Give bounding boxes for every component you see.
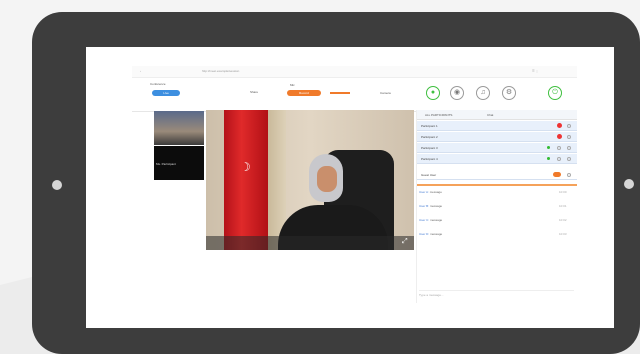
chat-message: User A: message 10:00 bbox=[419, 190, 567, 194]
panel-header: ALL PARTICIPANTS Chat bbox=[417, 110, 577, 120]
call-toolbar: Conference Live Share Mic Record Camera … bbox=[132, 78, 577, 112]
address-bar[interactable]: http://meet.example/session bbox=[202, 69, 239, 73]
brand-label: Conference bbox=[150, 82, 166, 86]
chat-message: User C: message 10:02 bbox=[419, 218, 567, 222]
share-button[interactable]: Share bbox=[250, 90, 258, 94]
audio-level-bar bbox=[330, 92, 350, 94]
flag-star-icon: ☽ bbox=[240, 160, 251, 174]
record-button[interactable]: Record bbox=[287, 90, 321, 96]
tablet-home-button[interactable] bbox=[624, 179, 634, 189]
chat-text: message bbox=[430, 232, 443, 236]
desk bbox=[206, 236, 414, 250]
participant-row[interactable]: Participant 2 bbox=[417, 132, 577, 142]
chat-time: 10:02 bbox=[559, 218, 567, 222]
participant-name: Participant 4 bbox=[421, 157, 438, 161]
chat-tab[interactable]: Chat bbox=[487, 113, 493, 117]
more-icon[interactable] bbox=[567, 146, 571, 150]
conference-app: ‹ http://meet.example/session ☰ ⋮ Confer… bbox=[132, 66, 577, 303]
chat-message: User B: message 10:01 bbox=[419, 204, 567, 208]
divider bbox=[417, 184, 577, 186]
chat-text: message bbox=[430, 218, 443, 222]
chat-time: 10:00 bbox=[559, 190, 567, 194]
self-row[interactable]: Guest User bbox=[417, 170, 577, 180]
online-icon bbox=[547, 157, 550, 160]
panel-title[interactable]: ALL PARTICIPANTS bbox=[425, 113, 452, 117]
mic-muted-icon[interactable] bbox=[557, 123, 562, 128]
participant-name: Participant 1 bbox=[421, 124, 438, 128]
gear-icon[interactable]: ⚙ bbox=[502, 86, 516, 100]
menu-icon[interactable]: ☰ ⋮ bbox=[532, 69, 539, 73]
live-button[interactable]: Live bbox=[152, 90, 180, 96]
self-name: Guest User bbox=[421, 173, 437, 177]
speaker-icon[interactable]: ♫ bbox=[476, 86, 490, 100]
more-icon[interactable] bbox=[567, 124, 571, 128]
chat-author: User D: bbox=[419, 232, 430, 236]
chat-input[interactable]: Type a message... bbox=[419, 290, 574, 297]
chat-text: message bbox=[429, 204, 443, 208]
chat-time: 10:01 bbox=[559, 204, 567, 208]
mic-label: Mic bbox=[290, 83, 295, 87]
power-icon[interactable]: ⏻ bbox=[548, 86, 562, 100]
expand-icon[interactable]: ⤢ bbox=[402, 238, 408, 246]
participants-panel: ALL PARTICIPANTS Chat Participant 1 Part… bbox=[416, 110, 577, 303]
more-icon[interactable] bbox=[567, 135, 571, 139]
participant-row[interactable]: Participant 1 bbox=[417, 121, 577, 131]
participant-thumbnail-2[interactable]: Ms. Participant bbox=[154, 146, 204, 180]
participant-row[interactable]: Participant 4 bbox=[417, 154, 577, 164]
flag bbox=[224, 110, 268, 250]
more-icon[interactable] bbox=[567, 173, 571, 177]
main-video[interactable]: ☽ ⤢ bbox=[206, 110, 414, 250]
participant-row[interactable]: Participant 3 bbox=[417, 143, 577, 153]
browser-topbar: ‹ http://meet.example/session ☰ ⋮ bbox=[132, 66, 577, 78]
participant-name: Participant 3 bbox=[421, 146, 438, 150]
chat-author: User B: bbox=[419, 204, 430, 208]
camera-status-icon[interactable] bbox=[557, 157, 561, 161]
speaker-face bbox=[317, 166, 337, 192]
more-icon[interactable] bbox=[567, 157, 571, 161]
tablet-camera-dot bbox=[52, 180, 62, 190]
chat-message: User D: message 10:03 bbox=[419, 232, 567, 236]
chat-text: message bbox=[429, 190, 442, 194]
participant-name: Participant 2 bbox=[421, 135, 438, 139]
camera-status-icon[interactable] bbox=[557, 146, 561, 150]
thumbnail-name: Ms. Participant bbox=[156, 162, 176, 166]
chat-author: User A: bbox=[419, 190, 429, 194]
chat-time: 10:03 bbox=[559, 232, 567, 236]
mic-icon[interactable]: ● bbox=[426, 86, 440, 100]
camera-button[interactable]: Camera bbox=[380, 91, 391, 95]
camera-icon[interactable]: ◉ bbox=[450, 86, 464, 100]
online-icon bbox=[547, 146, 550, 149]
chat-author: User C: bbox=[419, 218, 430, 222]
status-badge bbox=[553, 172, 561, 177]
back-icon[interactable]: ‹ bbox=[140, 69, 141, 73]
mic-muted-icon[interactable] bbox=[557, 134, 562, 139]
participant-thumbnail-1[interactable] bbox=[154, 111, 204, 145]
